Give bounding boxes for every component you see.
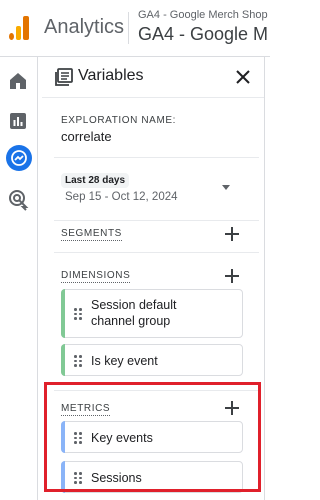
close-icon[interactable] — [232, 66, 254, 88]
top-app-bar: Analytics GA4 - Google Merch Shop GA4 - … — [0, 0, 270, 57]
dimension-label: Session default channel group — [91, 298, 177, 328]
variables-panel: Variables EXPLORATION NAME: correlate La… — [42, 57, 265, 500]
add-segment-plus-icon[interactable] — [222, 224, 242, 244]
dimension-item[interactable]: Is key event — [61, 344, 243, 376]
explore-icon[interactable] — [6, 145, 32, 171]
left-navigation — [0, 57, 38, 500]
drag-handle-icon[interactable] — [74, 308, 82, 320]
dimension-label: Is key event — [91, 354, 158, 368]
metric-accent — [61, 421, 65, 453]
add-metric-plus-icon[interactable] — [222, 398, 242, 418]
header-divider — [128, 12, 129, 44]
dimension-accent — [61, 289, 65, 338]
account-selector-account[interactable]: GA4 - Google Merch Shop — [138, 9, 268, 21]
panel-title: Variables — [78, 67, 144, 84]
section-divider — [54, 390, 259, 391]
drag-handle-icon[interactable] — [74, 355, 82, 367]
drag-handle-icon[interactable] — [74, 472, 82, 484]
drag-handle-icon[interactable] — [74, 432, 82, 444]
home-icon[interactable] — [6, 69, 30, 93]
date-range-text: Sep 15 - Oct 12, 2024 — [65, 191, 178, 203]
segments-label: SEGMENTS — [61, 228, 122, 241]
section-divider — [54, 220, 259, 221]
exploration-name-label: EXPLORATION NAME: — [61, 115, 177, 126]
analytics-logo-icon — [9, 16, 31, 40]
account-selector-property[interactable]: GA4 - Google M — [138, 24, 268, 45]
metric-item[interactable]: Key events — [61, 421, 243, 453]
variables-icon — [54, 67, 74, 87]
dimension-item[interactable]: Session default channel group — [61, 289, 243, 338]
chevron-down-icon — [222, 185, 230, 190]
section-divider — [54, 157, 259, 158]
date-preset-chip: Last 28 days — [61, 173, 130, 188]
app-name: Analytics — [44, 16, 125, 38]
date-range-selector[interactable]: Last 28 days Sep 15 - Oct 12, 2024 — [61, 173, 241, 207]
dimensions-label: DIMENSIONS — [61, 270, 131, 283]
dimension-accent — [61, 344, 65, 376]
reports-icon[interactable] — [6, 109, 30, 133]
advertising-icon[interactable] — [6, 187, 30, 211]
variables-panel-header: Variables — [42, 57, 264, 98]
metric-label: Key events — [91, 431, 153, 445]
metric-label: Sessions — [91, 471, 142, 485]
section-divider — [54, 252, 259, 253]
add-dimension-plus-icon[interactable] — [222, 266, 242, 286]
metric-accent — [61, 461, 65, 493]
exploration-name-input[interactable]: correlate — [61, 129, 112, 144]
metrics-label: METRICS — [61, 403, 111, 416]
metric-item[interactable]: Sessions — [61, 461, 243, 493]
